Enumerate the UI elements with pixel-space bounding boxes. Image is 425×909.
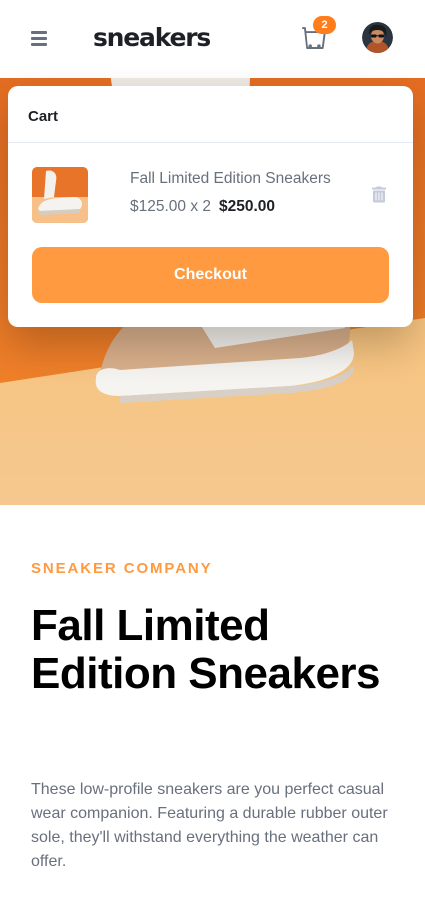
product-title: Fall Limited Edition Sneakers: [31, 601, 381, 698]
product-description: These low-profile sneakers are you perfe…: [31, 781, 388, 870]
cart-count-badge: 2: [313, 16, 336, 34]
cart-item-total: $250.00: [219, 198, 276, 215]
cart-title: Cart: [28, 108, 59, 125]
logo[interactable]: sneakers: [93, 20, 211, 56]
menu-bar: [31, 31, 47, 34]
cart-divider: [8, 142, 413, 143]
company-label: SNEAKER COMPANY: [31, 560, 213, 577]
trash-icon[interactable]: [372, 186, 386, 203]
site-header: sneakers 2: [0, 0, 425, 78]
menu-bar: [31, 37, 47, 40]
cart-panel: Cart Fall Limited Edition Sneakers $125.…: [8, 86, 413, 327]
checkout-button[interactable]: Checkout: [32, 247, 389, 303]
cart-item-name: Fall Limited Edition Sneakers: [130, 170, 331, 187]
menu-bar: [31, 43, 47, 46]
user-avatar[interactable]: [362, 22, 393, 53]
hamburger-menu-icon[interactable]: [31, 31, 47, 46]
cart-item-thumbnail: [32, 167, 88, 223]
cart-item-unit-price: $125.00 x 2: [130, 198, 212, 215]
